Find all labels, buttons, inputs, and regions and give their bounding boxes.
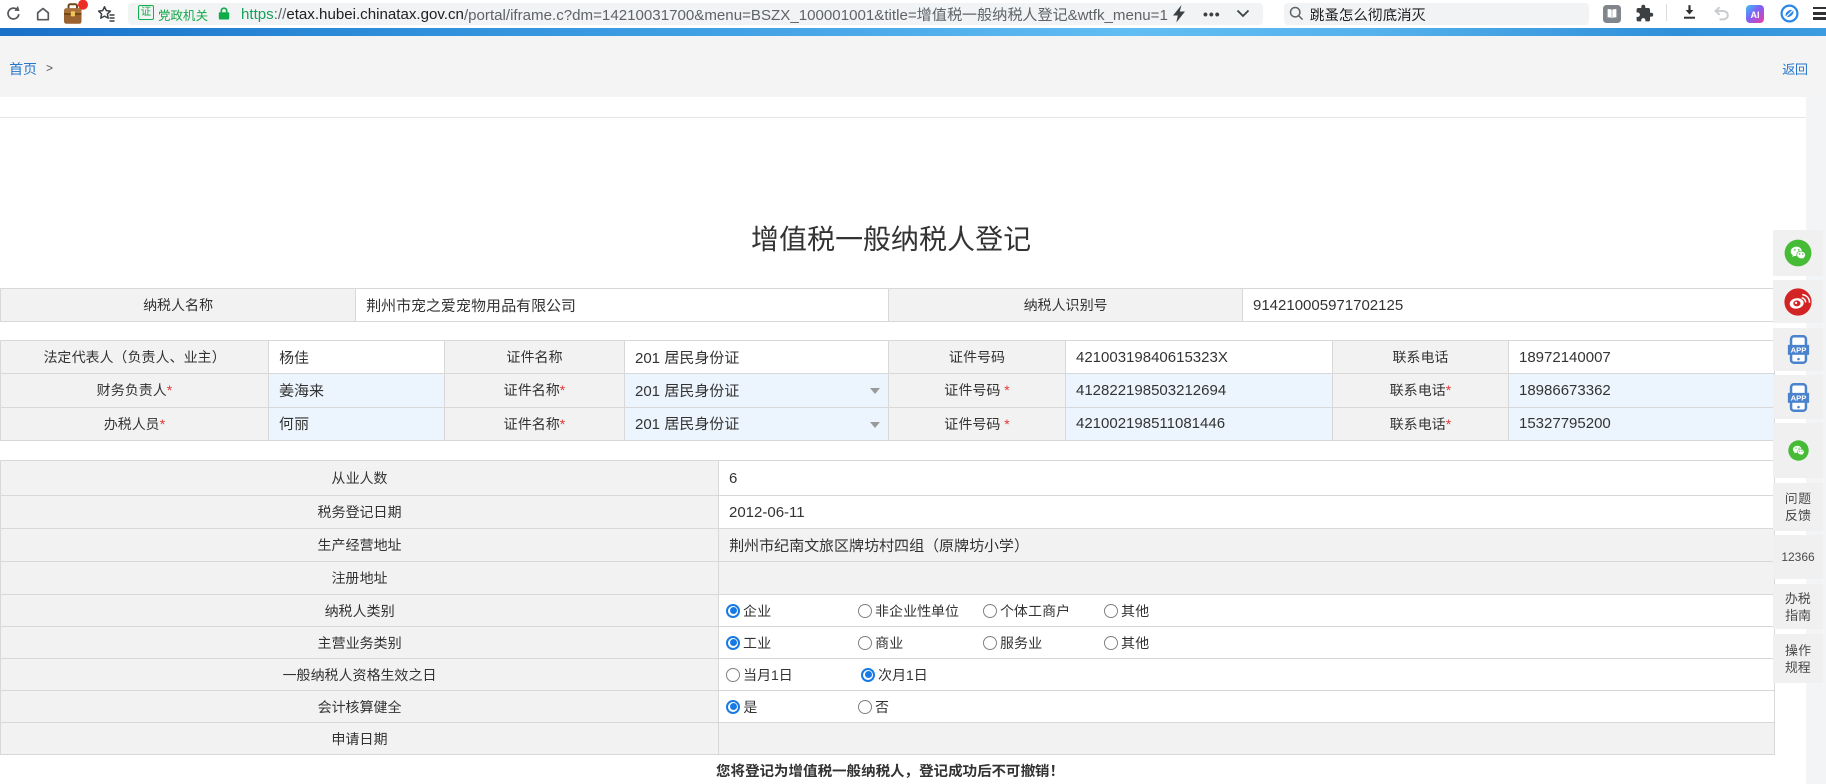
svg-text:AI: AI bbox=[1751, 10, 1760, 20]
svg-text:APP: APP bbox=[1790, 346, 1806, 355]
svg-text:APP: APP bbox=[1790, 393, 1806, 402]
